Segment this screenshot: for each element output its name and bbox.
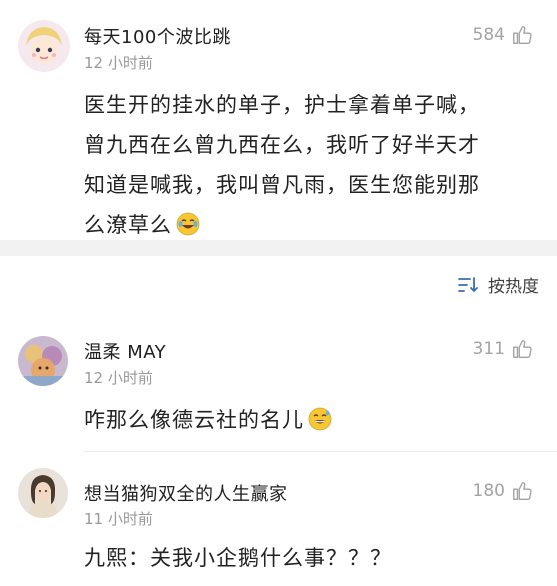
comment-item: 想当猫狗双全的人生赢家 11 小时前 180 九熙：关我小企鹅什么事？？？ (0, 454, 557, 586)
thumbs-up-icon (513, 26, 532, 44)
avatar[interactable] (18, 468, 68, 518)
avatar-anime-girl-icon (18, 20, 70, 72)
post-text-line: 医生开的挂水的单子，护士拿着单子喊， (84, 93, 480, 117)
timestamp: 12 小时前 (84, 369, 153, 387)
username[interactable]: 每天100个波比跳 (84, 23, 231, 49)
timestamp: 12 小时前 (84, 54, 153, 72)
comment-divider (84, 451, 557, 452)
like-button[interactable]: 180 (473, 480, 533, 502)
comment-text-content: 咋那么像德云社的名儿 (84, 408, 304, 432)
post-text-line: 知道是喊我，我叫曾凡雨，医生您能别那 (84, 173, 480, 197)
comment-text: 九熙：关我小企鹅什么事？？？ (84, 538, 544, 578)
timestamp: 11 小时前 (84, 510, 153, 528)
post-text-line: 么潦草么 (84, 205, 544, 245)
like-count: 180 (472, 481, 505, 501)
grinning-sweat-emoji-icon (308, 407, 332, 431)
like-count: 311 (472, 339, 505, 359)
sort-icon (458, 276, 478, 292)
avatar[interactable] (18, 336, 68, 386)
username[interactable]: 想当猫狗双全的人生赢家 (84, 480, 288, 506)
comment-text: 咋那么像德云社的名儿 (84, 400, 544, 440)
thumbs-up-icon (513, 340, 532, 358)
post-text-line-end: 么潦草么 (84, 213, 172, 237)
like-count: 584 (472, 25, 505, 45)
avatar[interactable] (18, 20, 70, 72)
comment-item: 温柔 MAY 12 小时前 311 咋那么像德云社的名儿 (0, 322, 557, 452)
username[interactable]: 温柔 MAY (84, 338, 166, 364)
post-text: 医生开的挂水的单子，护士拿着单子喊， 曾九西在么曾九西在么，我听了好半天才 知道… (84, 85, 544, 245)
avatar-person-icon (18, 468, 68, 518)
sort-label: 按热度 (488, 277, 539, 297)
main-post: 每天100个波比跳 12 小时前 584 医生开的挂水的单子，护士拿着单子喊， … (0, 0, 557, 240)
avatar-plush-toy-icon (18, 336, 68, 386)
like-button[interactable]: 584 (473, 24, 533, 46)
sort-by-hot-button[interactable]: 按热度 (458, 272, 539, 297)
post-text-line: 曾九西在么曾九西在么，我听了好半天才 (84, 133, 480, 157)
like-button[interactable]: 311 (473, 338, 533, 360)
comment-text-content: 九熙：关我小企鹅什么事？？？ (84, 546, 392, 570)
thumbs-up-icon (513, 482, 532, 500)
face-with-tears-of-joy-icon (176, 212, 200, 236)
section-divider (0, 240, 557, 256)
